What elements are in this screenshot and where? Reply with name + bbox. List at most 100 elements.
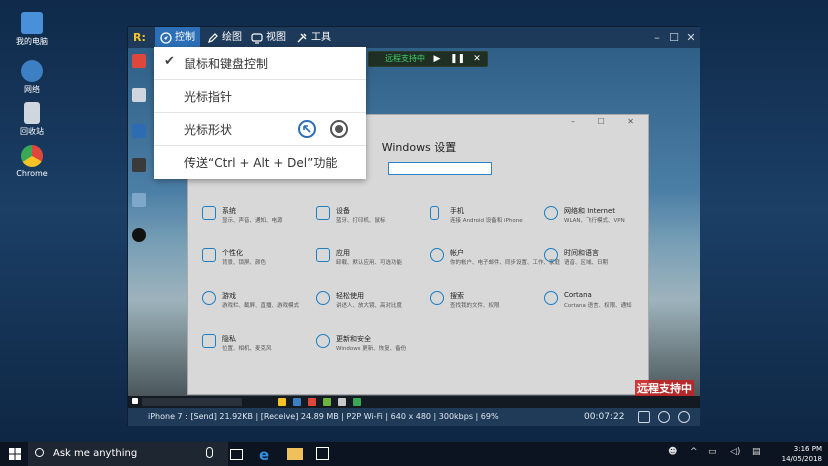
desktop-icon-network[interactable]: 网络: [12, 60, 52, 95]
tab-label: 绘图: [222, 32, 242, 43]
microphone-icon[interactable]: [206, 447, 213, 458]
tab-label: 工具: [311, 32, 331, 43]
lock-icon: [202, 334, 216, 348]
settings-item-name: 游戏: [222, 292, 236, 300]
chrome-icon: [21, 145, 43, 167]
windows-taskbar: Ask me anything e ☻ ^ ▭ ◁) ▤ 3:16 PM 14/…: [0, 442, 828, 466]
computer-icon: [21, 12, 43, 34]
settings-item-apps[interactable]: 应用 卸载、默认应用、可选功能: [316, 248, 426, 282]
settings-item-search[interactable]: 搜索 查找我的文件、权限: [430, 291, 540, 325]
desktop-icon-label: 我的电脑: [16, 37, 48, 46]
remote-toolbar: R: 控制 绘图 视图 工具 – ☐ ✕: [128, 27, 700, 48]
settings-window-buttons[interactable]: – ☐ ✕: [571, 117, 644, 126]
file-explorer-icon[interactable]: [287, 448, 303, 460]
menu-item-label: 传送“Ctrl + Alt + Del”功能: [184, 156, 338, 170]
person-icon: [430, 248, 444, 262]
menu-item-send-ctrl-alt-del[interactable]: 传送“Ctrl + Alt + Del”功能: [154, 146, 366, 178]
control-icon: [160, 31, 172, 44]
desktop-icon-recycle-bin[interactable]: 回收站: [12, 102, 52, 137]
taskbar-search-box[interactable]: Ask me anything: [28, 442, 228, 466]
settings-item-desc: 背景、锁屏、颜色: [222, 260, 267, 266]
settings-item-personalization[interactable]: 个性化 背景、锁屏、颜色: [202, 248, 312, 282]
settings-item-devices[interactable]: 设备 蓝牙、打印机、鼠标: [316, 206, 426, 240]
desktop-icon-label: 回收站: [20, 127, 44, 136]
pause-icon[interactable]: ❚❚: [450, 51, 465, 67]
ease-of-access-icon: [316, 291, 330, 305]
volume-icon[interactable]: ◁): [730, 447, 740, 457]
remote-search-box: [142, 398, 242, 406]
remote-app-icon: [132, 158, 146, 172]
remote-app-icon: [278, 398, 286, 406]
cursor-dot-icon[interactable]: [330, 120, 348, 138]
language-icon: [544, 248, 558, 262]
settings-item-desc: 位置、相机、麦克风: [222, 346, 272, 352]
globe-icon: [544, 206, 558, 220]
settings-item-desc: 游戏栏、截屏、直播、游戏模式: [222, 303, 300, 309]
settings-search-input[interactable]: [388, 162, 492, 175]
keyboard-icon: [316, 206, 330, 220]
settings-item-system[interactable]: 系统 显示、声音、通知、电源: [202, 206, 312, 240]
tab-tools[interactable]: 工具: [291, 27, 333, 48]
maximize-button[interactable]: ☐: [665, 27, 683, 48]
menu-item-label: 光标形状: [184, 123, 233, 137]
xbox-icon: [202, 291, 216, 305]
store-icon[interactable]: [316, 447, 329, 460]
control-menu: ✔ 鼠标和键盘控制 光标指针 光标形状 传送“Ctrl + Alt + Del”…: [154, 47, 366, 179]
cortana-circle-icon: [35, 448, 44, 457]
settings-item-update-security[interactable]: 更新和安全 Windows 更新、恢复、备份: [316, 334, 426, 368]
camera-icon[interactable]: [638, 411, 650, 423]
tab-label: 控制: [175, 32, 195, 43]
remote-app-icon: [293, 398, 301, 406]
cursor-arrow-icon[interactable]: [298, 120, 316, 138]
tab-view[interactable]: 视图: [246, 27, 288, 48]
search-icon: [430, 291, 444, 305]
settings-item-phone[interactable]: 手机 连接 Android 设备和 iPhone: [430, 206, 540, 240]
play-icon[interactable]: ▶: [430, 51, 444, 67]
connection-stats: iPhone 7 : [Send] 21.92KB | [Receive] 24…: [148, 412, 499, 421]
menu-item-cursor-shape[interactable]: 光标形状: [154, 113, 366, 145]
close-icon[interactable]: ✕: [470, 51, 484, 67]
settings-item-gaming[interactable]: 游戏 游戏栏、截屏、直播、游戏模式: [202, 291, 312, 325]
desktop-icon-my-computer[interactable]: 我的电脑: [12, 12, 52, 47]
desktop-icon-chrome[interactable]: Chrome: [12, 145, 52, 178]
network-tray-icon[interactable]: ▭: [708, 447, 717, 457]
remote-app-icon: [132, 193, 146, 207]
people-icon[interactable]: ☻: [668, 447, 677, 457]
settings-item-name: 系统: [222, 207, 236, 215]
settings-item-network[interactable]: 网络和 Internet WLAN、飞行模式、VPN: [544, 206, 654, 240]
settings-item-name: 手机: [450, 207, 464, 215]
remote-recycle-icon: [132, 88, 146, 102]
fullscreen-icon[interactable]: [678, 411, 690, 423]
close-button[interactable]: ✕: [682, 27, 700, 48]
remote-app-icon: [353, 398, 361, 406]
record-icon[interactable]: [658, 411, 670, 423]
apps-list-icon: [316, 248, 330, 262]
task-view-icon[interactable]: [230, 449, 243, 460]
desktop-icon-label: 网络: [24, 85, 40, 94]
menu-item-cursor-pointer[interactable]: 光标指针: [154, 80, 366, 112]
settings-item-desc: Cortana 语言、权限、通知: [564, 303, 632, 309]
settings-item-accounts[interactable]: 帐户 你的帐户、电子邮件、同步设置、工作、家庭: [430, 248, 560, 282]
settings-item-desc: 语音、区域、日期: [564, 260, 609, 266]
update-icon: [316, 334, 330, 348]
desktop-icon-label: Chrome: [16, 169, 48, 178]
chevron-up-icon[interactable]: ^: [690, 447, 698, 457]
settings-item-privacy[interactable]: 隐私 位置、相机、麦克风: [202, 334, 312, 368]
minimize-button[interactable]: –: [648, 27, 666, 48]
windows-start-icon[interactable]: [9, 448, 21, 460]
taskbar-clock[interactable]: 3:16 PM 14/05/2018: [782, 444, 822, 464]
settings-item-name: 应用: [336, 249, 350, 257]
settings-item-name: 轻松使用: [336, 292, 364, 300]
settings-item-time-language[interactable]: 时间和语言 语音、区域、日期: [544, 248, 654, 282]
qq-icon: [132, 228, 146, 242]
tab-control[interactable]: 控制: [155, 27, 200, 48]
settings-item-name: 更新和安全: [336, 335, 371, 343]
edge-icon[interactable]: e: [258, 446, 274, 464]
tab-draw[interactable]: 绘图: [202, 27, 244, 48]
settings-item-ease-of-access[interactable]: 轻松使用 讲述人、放大镜、高对比度: [316, 291, 426, 325]
menu-item-mouse-keyboard[interactable]: ✔ 鼠标和键盘控制: [154, 47, 366, 79]
notifications-icon[interactable]: ▤: [752, 447, 761, 457]
remote-app-icon: [308, 398, 316, 406]
phone-icon: [430, 206, 439, 220]
settings-item-cortana[interactable]: Cortana Cortana 语言、权限、通知: [544, 291, 654, 325]
